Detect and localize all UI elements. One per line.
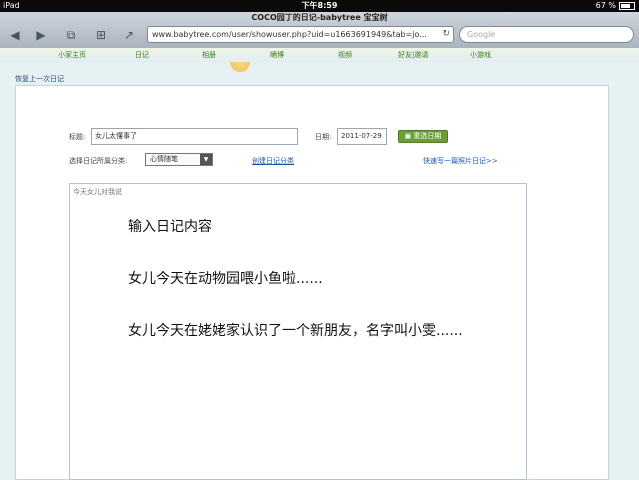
forward-icon[interactable]: ▶ <box>32 27 50 43</box>
category-select[interactable]: 心情随笔 ▼ <box>145 153 213 166</box>
page-title: COCO园丁的日记-babytree 宝宝树 <box>251 13 388 22</box>
chevron-down-icon: ▼ <box>200 154 212 165</box>
category-value: 心情随笔 <box>150 155 178 163</box>
title-input[interactable]: 女儿太懂事了 <box>91 128 298 145</box>
date-input[interactable]: 2011-07-29 <box>337 128 387 145</box>
reload-icon[interactable]: ↻ <box>442 27 450 42</box>
reselect-date-label: 重选日期 <box>413 132 442 140</box>
category-label: 选择日记所属分类: <box>69 157 128 165</box>
clock: 下午8:59 <box>301 1 338 10</box>
tabs-icon[interactable]: ⧉ <box>62 27 80 43</box>
bookmarks-icon[interactable]: ⊞ <box>92 27 110 43</box>
nav-diary[interactable]: 日记 <box>135 50 149 60</box>
battery-icon <box>619 2 635 10</box>
editor-line: 输入日记内容 <box>128 219 212 235</box>
search-field[interactable]: Google <box>459 26 634 43</box>
battery-status: 67 % <box>596 0 635 12</box>
recover-last-diary-link[interactable]: 恢复上一次日记 <box>15 74 64 84</box>
status-bar: iPad 下午8:59 67 % <box>0 0 639 12</box>
share-icon[interactable]: ↗ <box>120 27 138 43</box>
editor-line: 女儿今天在姥姥家认识了一个新朋友，名字叫小雯...... <box>128 323 463 339</box>
nav-blog[interactable]: 嗮博 <box>270 50 284 60</box>
battery-percent: 67 % <box>595 1 616 10</box>
url-field[interactable]: www.babytree.com/user/showuser.php?uid=u… <box>147 26 454 43</box>
url-text: www.babytree.com/user/showuser.php?uid=u… <box>152 30 427 39</box>
editor-hint: 今天女儿对我说 <box>73 188 122 196</box>
nav-video[interactable]: 视频 <box>338 50 352 60</box>
editor-line: 女儿今天在动物园喂小鱼啦...... <box>128 271 323 287</box>
reselect-date-button[interactable]: ▣ 重选日期 <box>398 130 448 143</box>
title-label: 标题: <box>69 133 86 141</box>
date-label: 日期: <box>315 133 332 141</box>
back-icon[interactable]: ◀ <box>6 27 24 43</box>
site-nav: 小家主页 日记 相册 嗮博 视频 好友|邀请 小游戏 <box>0 48 639 62</box>
nav-album[interactable]: 相册 <box>202 50 216 60</box>
photo-diary-link[interactable]: 快速写一篇照片日记>> <box>423 156 498 166</box>
nav-home[interactable]: 小家主页 <box>58 50 86 60</box>
nav-games[interactable]: 小游戏 <box>470 50 491 60</box>
nav-friends[interactable]: 好友|邀请 <box>398 50 428 60</box>
create-category-link[interactable]: 创建日记分类 <box>252 156 294 166</box>
browser-toolbar: COCO园丁的日记-babytree 宝宝树 ◀ ▶ ⧉ ⊞ ↗ www.bab… <box>0 12 639 49</box>
